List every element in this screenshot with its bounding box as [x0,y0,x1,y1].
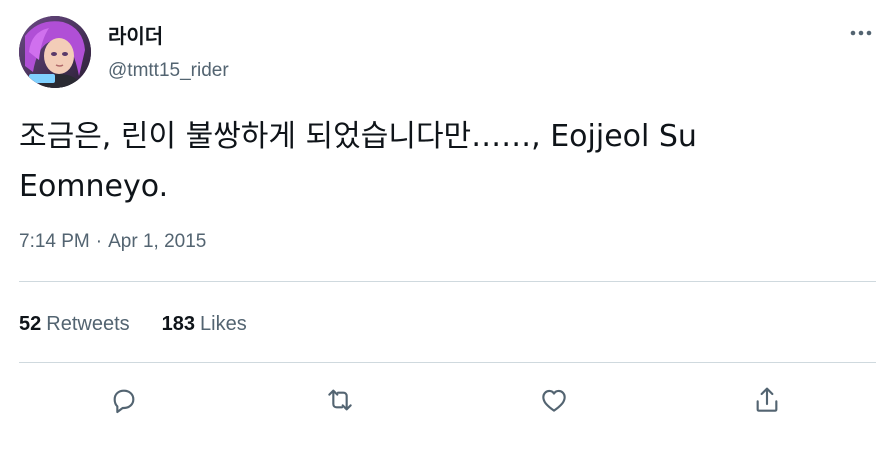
share-button[interactable] [749,382,785,418]
tweet-time: 7:14 PM [19,231,90,252]
likes-label: Likes [200,313,247,335]
likes-stat[interactable]: 183 Likes [162,309,247,339]
share-icon [756,387,778,412]
divider-bottom [19,362,876,363]
timestamp-separator: · [95,231,103,252]
display-name[interactable]: 라이더 [108,24,163,48]
likes-count: 183 [161,313,195,335]
tweet-card: 라이더 @tmtt15_rider 조금은, 린이 불쌍하게 되었습니다만……,… [0,0,894,454]
tweet-date: Apr 1, 2015 [108,231,207,252]
retweet-icon [328,389,352,411]
avatar-image [19,16,91,88]
avatar[interactable] [19,16,91,88]
like-button[interactable] [536,382,572,418]
retweet-button[interactable] [322,382,358,418]
divider-top [19,281,876,282]
reply-icon [113,389,135,414]
like-icon [542,389,566,412]
user-handle[interactable]: @tmtt15_rider [108,59,229,83]
retweets-count: 52 [19,313,42,335]
retweets-label: Retweets [46,313,130,335]
more-options-icon[interactable] [846,22,876,44]
tweet-stats: 52 Retweets 183 Likes [19,309,279,339]
reply-button[interactable] [106,382,142,418]
tweet-text: 조금은, 린이 불쌍하게 되었습니다만……, Eojjeol Su Eomney… [19,119,697,204]
retweets-stat[interactable]: 52 Retweets [19,309,130,339]
tweet-timestamp[interactable]: 7:14 PM · Apr 1, 2015 [19,228,206,256]
